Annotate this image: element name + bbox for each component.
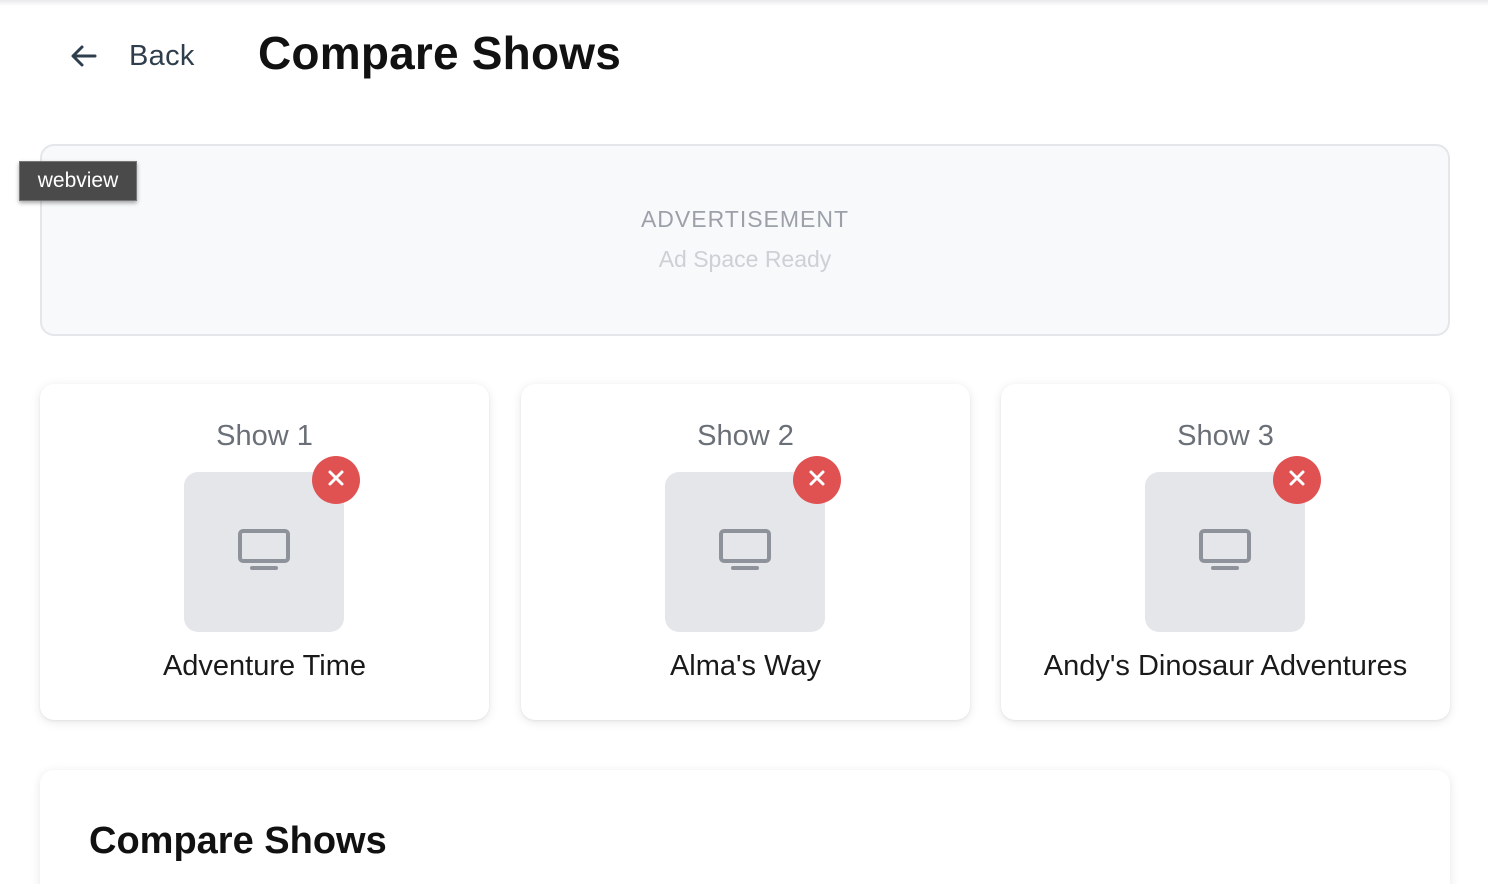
ad-subtext: Ad Space Ready (658, 246, 832, 272)
compare-section: Compare Shows (40, 770, 1450, 884)
tv-icon (237, 528, 291, 577)
show-name: Andy's Dinosaur Adventures (1043, 650, 1408, 682)
show-slot-label: Show 1 (216, 420, 313, 452)
arrow-left-icon (62, 34, 106, 78)
show-card-2: Show 2 Alma's Way (521, 384, 970, 720)
show-slot-label: Show 2 (697, 420, 794, 452)
remove-show-button[interactable] (793, 456, 841, 504)
show-name: Alma's Way (669, 650, 822, 682)
show-card-3: Show 3 Andy's Dinosaur Adventures (1001, 384, 1450, 720)
close-icon (808, 469, 826, 492)
show-card-1: Show 1 Adventure Time (40, 384, 489, 720)
close-icon (1288, 469, 1306, 492)
show-slot-label: Show 3 (1177, 420, 1274, 452)
show-name: Adventure Time (162, 650, 367, 682)
page-title: Compare Shows (258, 27, 622, 79)
webview-tag: webview (19, 161, 137, 201)
page-header: Back Compare Shows (0, 0, 1488, 112)
close-icon (327, 469, 345, 492)
ad-heading: ADVERTISEMENT (640, 206, 850, 232)
compare-section-title: Compare Shows (89, 820, 387, 862)
advertisement-banner[interactable]: ADVERTISEMENT Ad Space Ready (40, 144, 1450, 336)
remove-show-button[interactable] (312, 456, 360, 504)
tv-icon (1198, 528, 1252, 577)
back-button[interactable]: Back (62, 34, 195, 78)
remove-show-button[interactable] (1273, 456, 1321, 504)
tv-icon (718, 528, 772, 577)
back-label: Back (129, 39, 195, 72)
